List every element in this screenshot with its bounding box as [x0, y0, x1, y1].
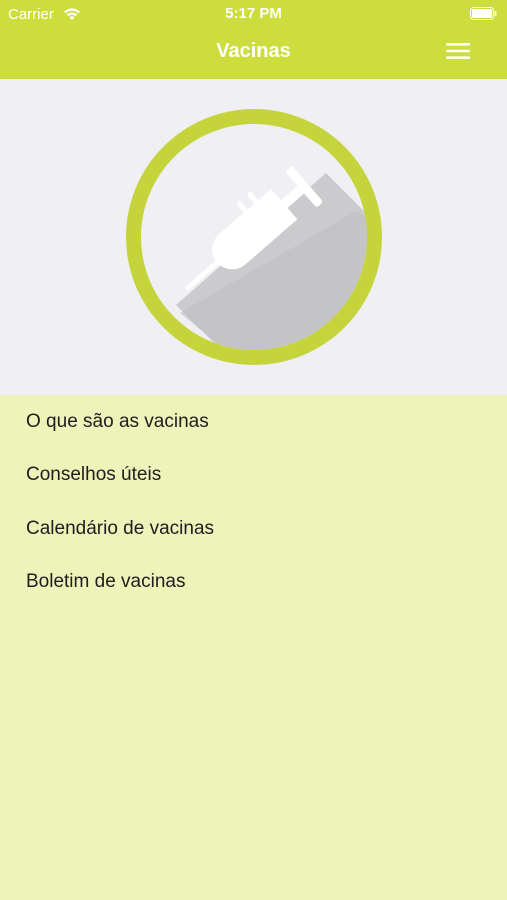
- hero-banner: [0, 79, 507, 395]
- menu-item-what-are-vaccines[interactable]: O que são as vacinas: [0, 395, 507, 449]
- status-bar: Carrier 5:17 PM: [0, 0, 507, 28]
- top-bar: Carrier 5:17 PM Vacinas: [0, 0, 507, 79]
- page-title: Vacinas: [216, 40, 291, 62]
- menu-button[interactable]: [440, 38, 476, 68]
- status-time: 5:17 PM: [225, 5, 282, 22]
- hamburger-menu-icon: [446, 42, 470, 65]
- menu-item-useful-tips[interactable]: Conselhos úteis: [0, 449, 507, 503]
- menu-list: O que são as vacinas Conselhos úteis Cal…: [0, 395, 507, 609]
- syringe-icon: [126, 109, 382, 365]
- menu-item-vaccine-calendar[interactable]: Calendário de vacinas: [0, 502, 507, 556]
- battery-icon: [470, 7, 497, 23]
- menu-item-vaccine-record[interactable]: Boletim de vacinas: [0, 556, 507, 610]
